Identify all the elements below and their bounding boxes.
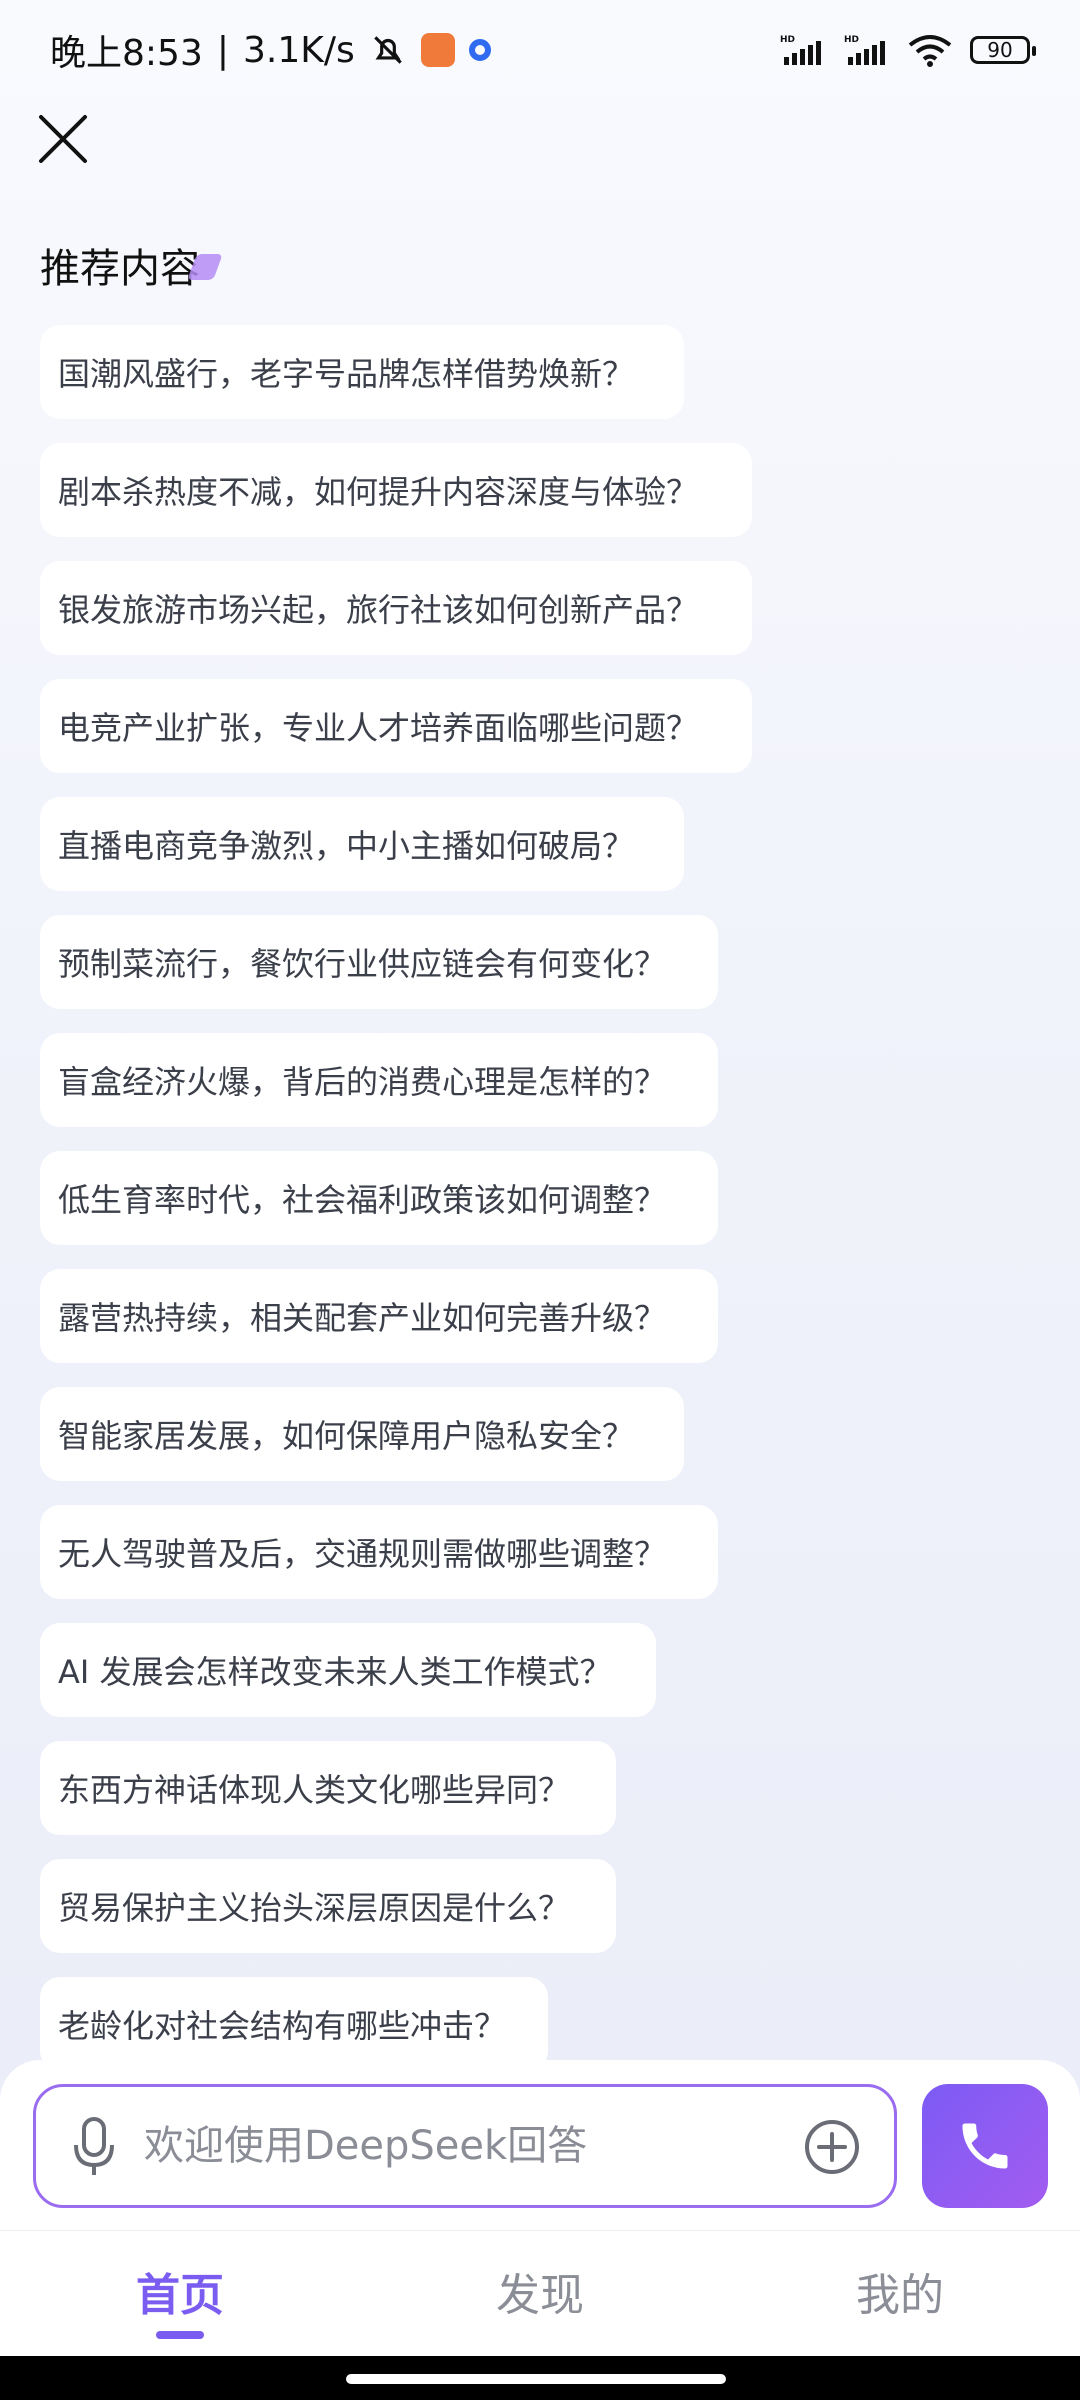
suggestion-chip[interactable]: 低生育率时代，社会福利政策该如何调整？ (40, 1151, 718, 1245)
suggestion-chip[interactable]: 银发旅游市场兴起，旅行社该如何创新产品？ (40, 561, 752, 655)
bottom-nav: 首页 发现 我的 (0, 2230, 1080, 2357)
status-right: HD HD 90 (780, 33, 1036, 67)
network-label: HD (844, 35, 859, 45)
battery-level: 90 (987, 38, 1013, 62)
suggestion-text: 电竞产业扩张，专业人才培养面临哪些问题？ (58, 709, 699, 747)
suggestion-chip[interactable]: 预制菜流行，餐饮行业供应链会有何变化？ (40, 915, 718, 1009)
signal-icon-2: HD (844, 35, 885, 65)
section-title: 推荐内容 (40, 236, 223, 294)
phone-icon (962, 2123, 1008, 2169)
nav-mine-label: 我的 (856, 2270, 944, 2321)
nav-home[interactable]: 首页 (0, 2231, 360, 2357)
suggestion-chip[interactable]: 老龄化对社会结构有哪些冲击？ (40, 1977, 548, 2060)
suggestion-chip[interactable]: 国潮风盛行，老字号品牌怎样借势焕新？ (40, 325, 684, 419)
status-net-speed: 3.1K/s (242, 29, 355, 71)
suggestion-text: 预制菜流行，餐饮行业供应链会有何变化？ (58, 945, 667, 983)
chat-input[interactable] (144, 2087, 744, 2205)
gesture-area (0, 2356, 1080, 2400)
suggestion-chip[interactable]: 东西方神话体现人类文化哪些异同？ (40, 1741, 616, 1835)
suggestion-chip[interactable]: AI 发展会怎样改变未来人类工作模式？ (40, 1623, 656, 1717)
section-title-text: 推荐内容 (40, 246, 200, 292)
suggestion-text: 无人驾驶普及后，交通规则需做哪些调整？ (58, 1535, 667, 1573)
mute-bell-icon (373, 36, 402, 64)
nav-active-indicator (156, 2331, 204, 2339)
nav-discover-label: 发现 (496, 2270, 584, 2321)
suggestion-chip[interactable]: 露营热持续，相关配套产业如何完善升级？ (40, 1269, 718, 1363)
close-icon (39, 115, 87, 163)
app-notification-icon (420, 33, 455, 67)
nav-discover[interactable]: 发现 (360, 2231, 720, 2357)
suggestion-chip[interactable]: 盲盒经济火爆，背后的消费心理是怎样的？ (40, 1033, 718, 1127)
suggestion-text: 贸易保护主义抬头深层原因是什么？ (58, 1889, 571, 1927)
wifi-icon (908, 35, 952, 67)
suggestion-text: 直播电商竞争激烈，中小主播如何破局？ (58, 827, 635, 865)
status-time: 晚上8:53 (50, 33, 203, 74)
suggestion-text: 国潮风盛行，老字号品牌怎样借势焕新？ (58, 355, 635, 393)
suggestion-text: 低生育率时代，社会福利政策该如何调整？ (58, 1181, 667, 1219)
mic-icon[interactable] (72, 2117, 116, 2177)
status-left: 晚上8:53 | 3.1K/s (50, 24, 491, 76)
signal-icon: HD (780, 35, 821, 65)
nav-home-label: 首页 (136, 2270, 224, 2321)
suggestion-text: 剧本杀热度不减，如何提升内容深度与体验？ (58, 473, 699, 511)
suggestion-text: 盲盒经济火爆，背后的消费心理是怎样的？ (58, 1063, 667, 1101)
chat-input-box[interactable] (33, 2084, 897, 2208)
battery-icon: 90 (970, 36, 1036, 64)
status-separator: | (216, 29, 229, 71)
suggestion-text: 智能家居发展，如何保障用户隐私安全？ (58, 1417, 635, 1455)
status-bar: 晚上8:53 | 3.1K/s HD HD 90 (0, 0, 1080, 100)
circle-notification-icon (468, 39, 491, 61)
suggestion-text: 东西方神话体现人类文化哪些异同？ (58, 1771, 571, 1809)
suggestion-text: 老龄化对社会结构有哪些冲击？ (58, 2007, 507, 2045)
suggestion-chip[interactable]: 无人驾驶普及后，交通规则需做哪些调整？ (40, 1505, 718, 1599)
suggestion-text: 银发旅游市场兴起，旅行社该如何创新产品？ (58, 591, 699, 629)
suggestion-chip[interactable]: 智能家居发展，如何保障用户隐私安全？ (40, 1387, 684, 1481)
suggestion-chip[interactable]: 贸易保护主义抬头深层原因是什么？ (40, 1859, 616, 1953)
close-button[interactable] (36, 112, 90, 166)
voice-call-button[interactable] (922, 2084, 1048, 2208)
suggestion-chip[interactable]: 剧本杀热度不减，如何提升内容深度与体验？ (40, 443, 752, 537)
network-label: HD (780, 35, 795, 45)
suggestion-chip[interactable]: 电竞产业扩张，专业人才培养面临哪些问题？ (40, 679, 752, 773)
suggestion-text: AI 发展会怎样改变未来人类工作模式？ (58, 1653, 612, 1691)
suggestion-list: 国潮风盛行，老字号品牌怎样借势焕新？ 剧本杀热度不减，如何提升内容深度与体验？ 银发… (40, 325, 1040, 2060)
plus-circle-icon[interactable] (804, 2119, 860, 2175)
suggestion-text: 露营热持续，相关配套产业如何完善升级？ (58, 1299, 667, 1337)
home-gesture-bar[interactable] (346, 2374, 726, 2384)
nav-mine[interactable]: 我的 (720, 2231, 1080, 2357)
suggestion-chip[interactable]: 直播电商竞争激烈，中小主播如何破局？ (40, 797, 684, 891)
